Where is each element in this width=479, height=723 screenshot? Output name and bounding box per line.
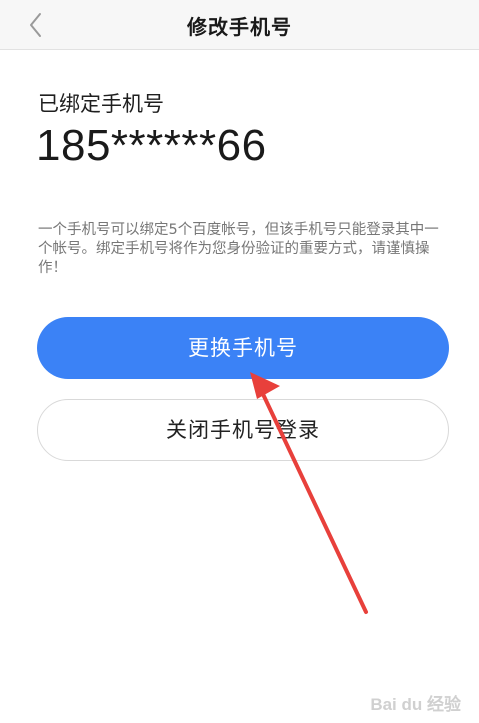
bound-phone-number: 185******66 — [36, 121, 267, 170]
watermark: Bai du 经验 — [370, 695, 461, 714]
close-phone-login-button[interactable]: 关闭手机号登录 — [37, 399, 449, 461]
navigation-bar: 修改手机号 — [0, 0, 479, 50]
binding-notice: 一个手机号可以绑定5个百度帐号，但该手机号只能登录其中一个帐号。绑定手机号将作为… — [38, 222, 439, 276]
bound-phone-label: 已绑定手机号 — [38, 92, 164, 116]
change-phone-button[interactable]: 更换手机号 — [37, 317, 449, 379]
page-title: 修改手机号 — [187, 15, 292, 39]
